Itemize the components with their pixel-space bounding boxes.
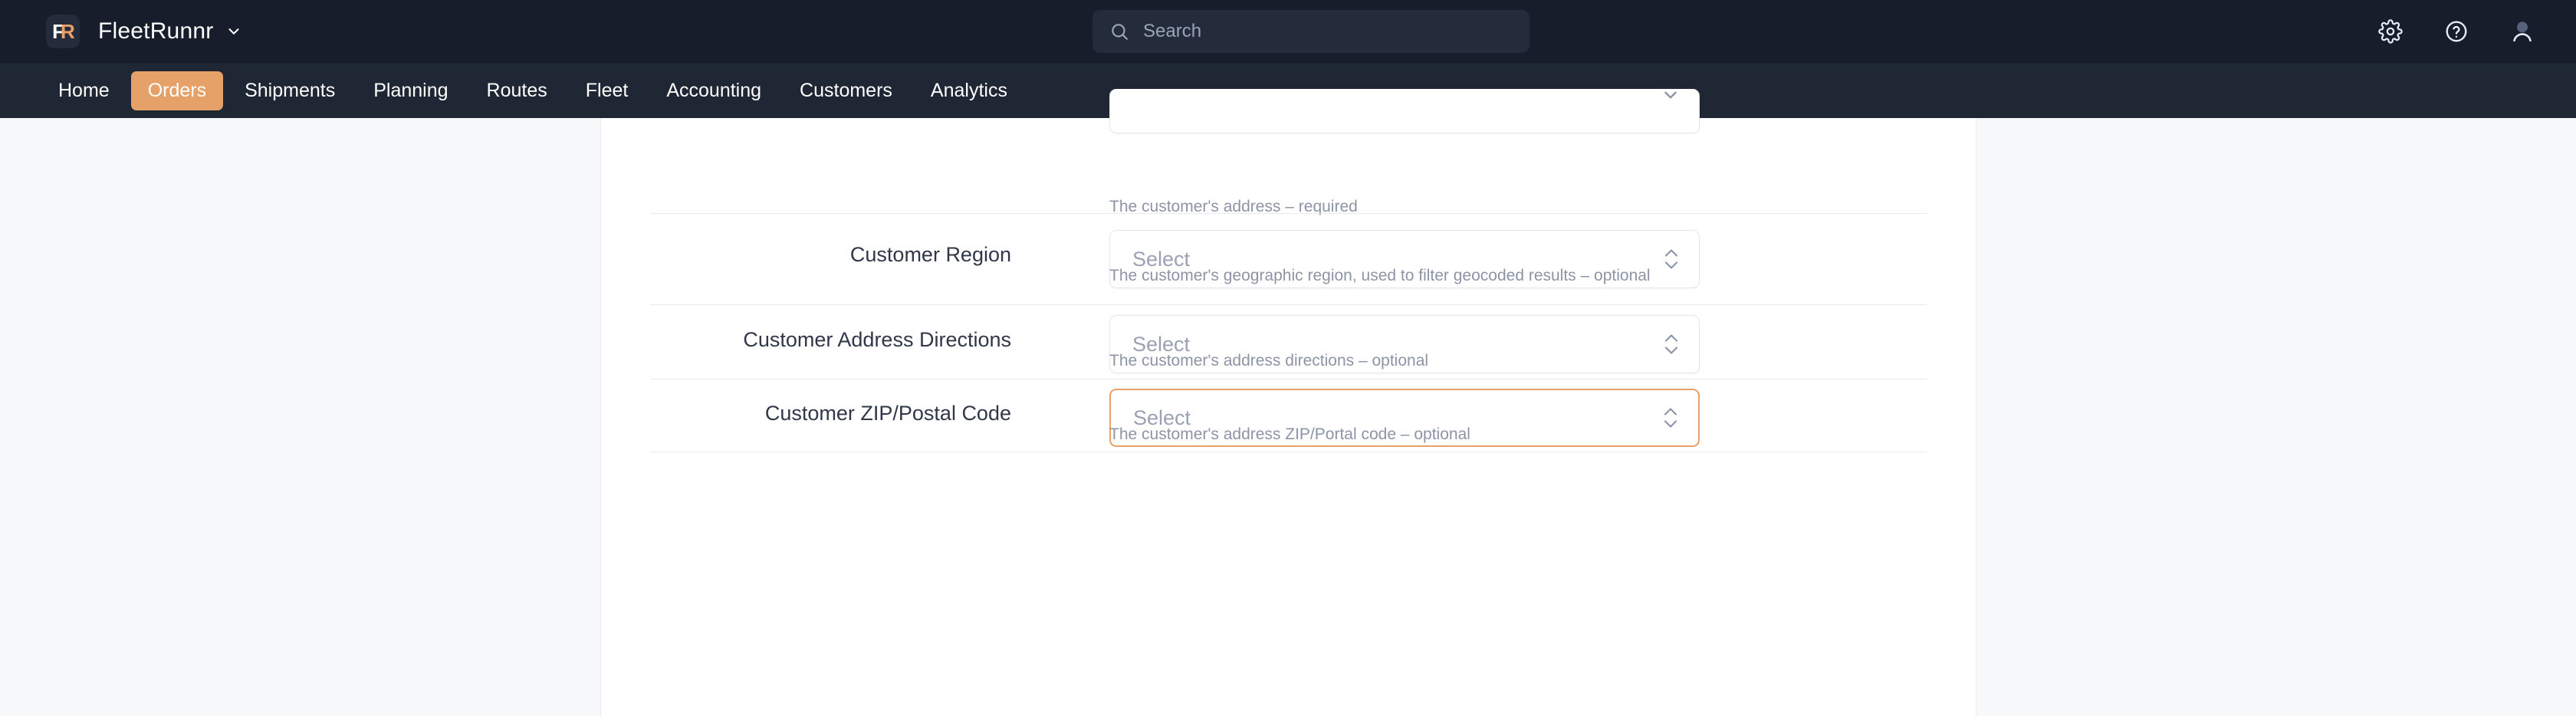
brand-name: FleetRunnr	[98, 18, 213, 44]
global-search[interactable]	[1092, 10, 1530, 53]
nav-item-orders[interactable]: Orders	[131, 71, 223, 110]
brand-menu[interactable]: FR FleetRunnr	[46, 15, 242, 48]
fleetrunnr-logo-icon: FR	[46, 15, 80, 48]
nav-item-home[interactable]: Home	[41, 71, 127, 110]
nav-items: HomeOrdersShipmentsPlanningRoutesFleetAc…	[41, 71, 1024, 110]
field-helper-text: The customer's address ZIP/Portal code –…	[1109, 424, 1715, 446]
chevron-down-icon[interactable]	[225, 23, 242, 40]
nav-item-routes[interactable]: Routes	[470, 71, 564, 110]
question-circle-icon[interactable]	[2440, 15, 2473, 48]
nav-item-planning[interactable]: Planning	[356, 71, 465, 110]
logo-letter-r: R	[61, 21, 74, 41]
page-body: The customer's address – requiredCustome…	[0, 118, 2576, 716]
form-field-row: Customer ZIP/Postal CodeSelectThe custom…	[601, 118, 1976, 716]
search-icon	[1109, 21, 1129, 41]
chevron-down-icon	[1661, 85, 1681, 109]
top-bar: FR FleetRunnr	[0, 0, 2576, 63]
form-panel: The customer's address – requiredCustome…	[600, 118, 1976, 716]
top-bar-actions	[2374, 0, 2539, 63]
nav-item-shipments[interactable]: Shipments	[228, 71, 352, 110]
nav-item-analytics[interactable]: Analytics	[914, 71, 1024, 110]
gear-icon[interactable]	[2374, 15, 2407, 48]
nav-item-accounting[interactable]: Accounting	[649, 71, 778, 110]
nav-item-customers[interactable]: Customers	[783, 71, 909, 110]
search-input[interactable]	[1143, 21, 1480, 42]
nav-item-fleet[interactable]: Fleet	[569, 71, 646, 110]
user-icon[interactable]	[2505, 15, 2539, 48]
field-label: Customer ZIP/Postal Code	[601, 402, 1011, 425]
